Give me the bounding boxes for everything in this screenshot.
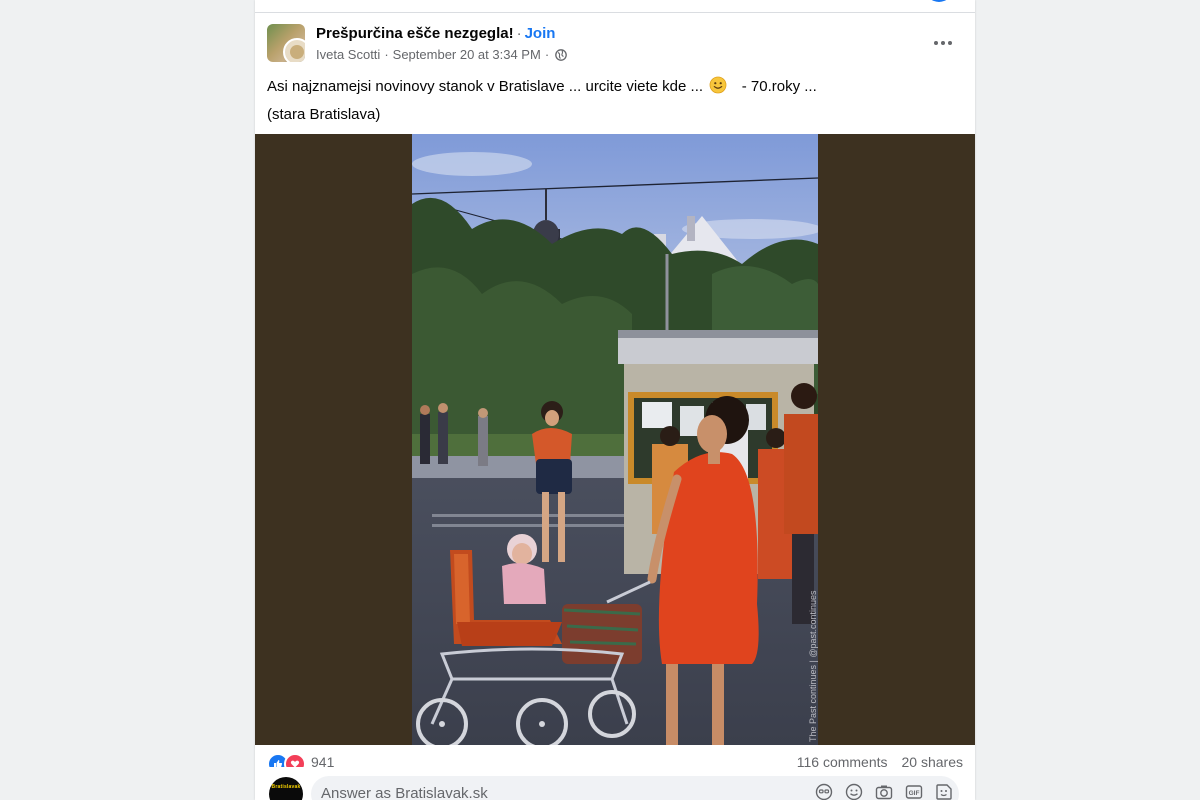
- love-reaction-icon: [284, 753, 306, 767]
- post-text-part-1: Asi najznamejsi novinovy stanok v Bratis…: [267, 78, 704, 95]
- more-horizontal-icon: [933, 33, 953, 51]
- sticker-icon[interactable]: [935, 783, 953, 800]
- comments-count-link[interactable]: 116 comments: [797, 754, 888, 767]
- engagement-counts: 116 comments 20 shares: [797, 754, 963, 767]
- post-photo[interactable]: The Past continues | @past.continues: [412, 134, 818, 745]
- commenter-avatar[interactable]: Bratislavak: [269, 777, 303, 800]
- camera-icon[interactable]: [875, 783, 893, 800]
- group-avatar[interactable]: [267, 24, 305, 62]
- avatar-sticker-icon[interactable]: [815, 783, 833, 800]
- comment-tools: GIF: [815, 783, 953, 800]
- post-text-part-2: - 70.roky ...: [741, 78, 817, 95]
- post-text-line-1: Asi najznamejsi novinovy stanok v Bratis…: [267, 73, 957, 101]
- join-group-button[interactable]: Join: [525, 25, 556, 42]
- group-title-line: Prešpurčina ešče nezgegla! · Join: [316, 25, 555, 42]
- globe-icon[interactable]: [555, 48, 568, 61]
- engagement-bar: 941 116 comments 20 shares: [255, 745, 975, 767]
- author-avatar[interactable]: [283, 38, 305, 62]
- slightly-smiling-face-icon: [709, 76, 727, 94]
- svg-text:GIF: GIF: [909, 790, 920, 797]
- post-header: Prešpurčina ešče nezgegla! · Join Iveta Sc…: [255, 12, 975, 72]
- reaction-icons[interactable]: [267, 753, 306, 767]
- comment-composer: Bratislavak Answer as Bratislavak.sk GIF: [255, 767, 975, 800]
- commenter-avatar-label: Bratislavak: [271, 784, 301, 790]
- post-photo-frame[interactable]: The Past continues | @past.continues: [255, 134, 975, 745]
- post-text: Asi najznamejsi novinovy stanok v Bratis…: [267, 73, 957, 129]
- shares-count-link[interactable]: 20 shares: [902, 754, 963, 767]
- more-options-button[interactable]: [927, 26, 959, 58]
- group-name-link[interactable]: Prešpurčina ešče nezgegla!: [316, 25, 514, 42]
- gif-icon[interactable]: GIF: [905, 783, 923, 800]
- emoji-icon[interactable]: [845, 783, 863, 800]
- post-card: Prešpurčina ešče nezgegla! · Join Iveta Sc…: [255, 0, 975, 800]
- meta-separator-2: ·: [544, 47, 550, 62]
- photo-watermark: The Past continues | @past.continues: [808, 590, 818, 742]
- post-meta: Iveta Scotti · September 20 at 3:34 PM ·: [316, 47, 568, 62]
- post-text-line-2: (stara Bratislava): [267, 106, 381, 123]
- previous-post-button[interactable]: [925, 0, 953, 2]
- reaction-count[interactable]: 941: [311, 754, 334, 767]
- vintage-street-photo: The Past continues | @past.continues: [412, 134, 818, 745]
- author-name-link[interactable]: Iveta Scotti: [316, 47, 380, 62]
- title-separator: ·: [516, 25, 522, 42]
- post-timestamp-link[interactable]: September 20 at 3:34 PM: [393, 47, 541, 62]
- comment-placeholder: Answer as Bratislavak.sk: [321, 785, 488, 800]
- meta-separator-1: ·: [384, 47, 389, 62]
